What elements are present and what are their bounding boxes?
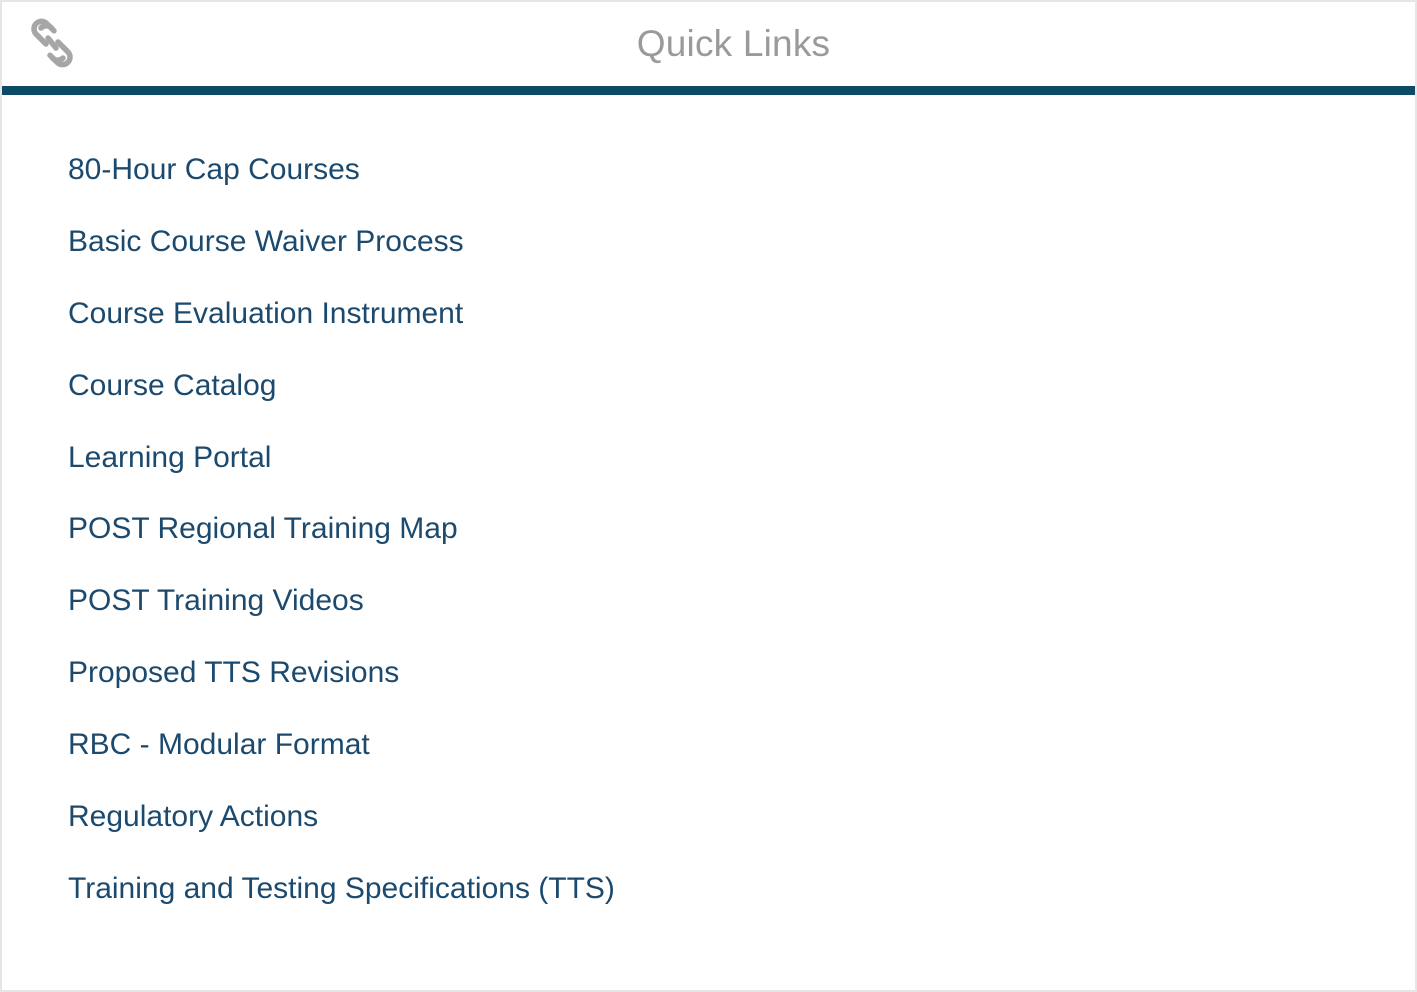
list-item: Proposed TTS Revisions xyxy=(68,650,1415,722)
link-course-catalog[interactable]: Course Catalog xyxy=(68,369,276,402)
list-item: Course Catalog xyxy=(68,363,1415,435)
list-item: Course Evaluation Instrument xyxy=(68,291,1415,363)
quick-links-list: 80-Hour Cap Courses Basic Course Waiver … xyxy=(2,95,1415,938)
list-item: Regulatory Actions xyxy=(68,794,1415,866)
panel-header: Quick Links xyxy=(2,2,1415,86)
link-regulatory-actions[interactable]: Regulatory Actions xyxy=(68,800,318,833)
link-icon xyxy=(31,18,73,68)
list-item: POST Regional Training Map xyxy=(68,506,1415,578)
link-rbc-modular-format[interactable]: RBC - Modular Format xyxy=(68,728,370,761)
list-item: Basic Course Waiver Process xyxy=(68,219,1415,291)
link-post-regional-training-map[interactable]: POST Regional Training Map xyxy=(68,512,458,545)
list-item: 80-Hour Cap Courses xyxy=(68,147,1415,219)
list-item: POST Training Videos xyxy=(68,578,1415,650)
link-course-evaluation-instrument[interactable]: Course Evaluation Instrument xyxy=(68,297,463,330)
header-divider xyxy=(2,86,1415,95)
link-80-hour-cap-courses[interactable]: 80-Hour Cap Courses xyxy=(68,153,360,186)
link-learning-portal[interactable]: Learning Portal xyxy=(68,441,271,474)
list-item: Learning Portal xyxy=(68,435,1415,507)
link-basic-course-waiver-process[interactable]: Basic Course Waiver Process xyxy=(68,225,464,258)
link-training-and-testing-specifications[interactable]: Training and Testing Specifications (TTS… xyxy=(68,872,615,905)
link-proposed-tts-revisions[interactable]: Proposed TTS Revisions xyxy=(68,656,399,689)
link-post-training-videos[interactable]: POST Training Videos xyxy=(68,584,364,617)
panel-title: Quick Links xyxy=(636,23,831,64)
list-item: RBC - Modular Format xyxy=(68,722,1415,794)
quick-links-panel: Quick Links 80-Hour Cap Courses Basic Co… xyxy=(0,0,1417,992)
list-item: Training and Testing Specifications (TTS… xyxy=(68,866,1415,938)
